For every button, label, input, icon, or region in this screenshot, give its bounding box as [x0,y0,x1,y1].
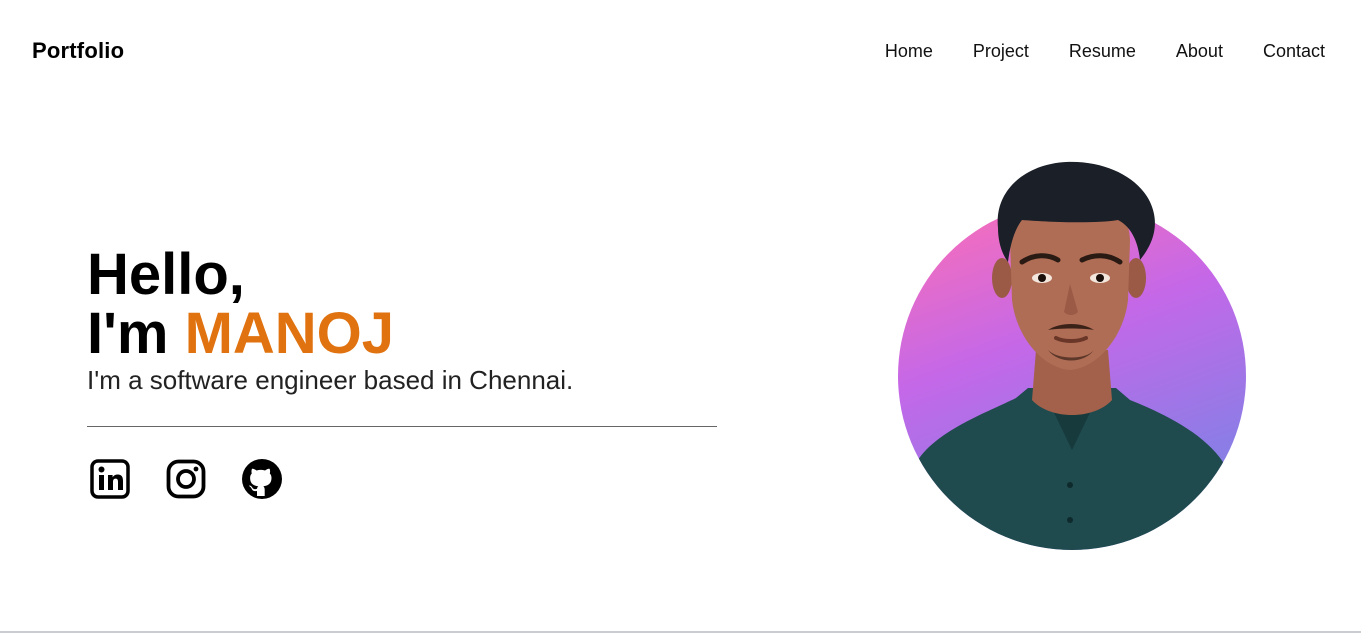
nav-resume-link[interactable]: Resume [1069,41,1136,62]
instagram-icon [166,459,206,499]
greeting-text: Hello, [87,242,245,307]
instagram-link[interactable] [165,458,207,500]
portfolio-page: Portfolio Home Project Resume About Cont… [0,0,1361,633]
intro-line: I'm MANOJ [87,304,727,364]
intro-prefix: I'm [87,301,185,366]
name-highlight: MANOJ [184,301,395,366]
profile-photo [898,150,1246,552]
social-links [89,458,283,500]
nav-project-link[interactable]: Project [973,41,1029,62]
linkedin-icon [90,459,130,499]
nav-contact-link[interactable]: Contact [1263,41,1325,62]
hero-divider [87,426,717,427]
tagline: I'm a software engineer based in Chennai… [87,365,574,395]
hero-heading: Hello, I'm MANOJ [87,246,727,364]
nav-about-link[interactable]: About [1176,41,1223,62]
brand-logo[interactable]: Portfolio [32,38,124,64]
linkedin-link[interactable] [89,458,131,500]
profile-portrait [898,161,1246,550]
github-icon [242,459,282,499]
github-link[interactable] [241,458,283,500]
nav-home-link[interactable]: Home [885,41,933,62]
nav-links: Home Project Resume About Contact [885,41,1325,62]
top-navbar: Portfolio Home Project Resume About Cont… [0,0,1361,104]
